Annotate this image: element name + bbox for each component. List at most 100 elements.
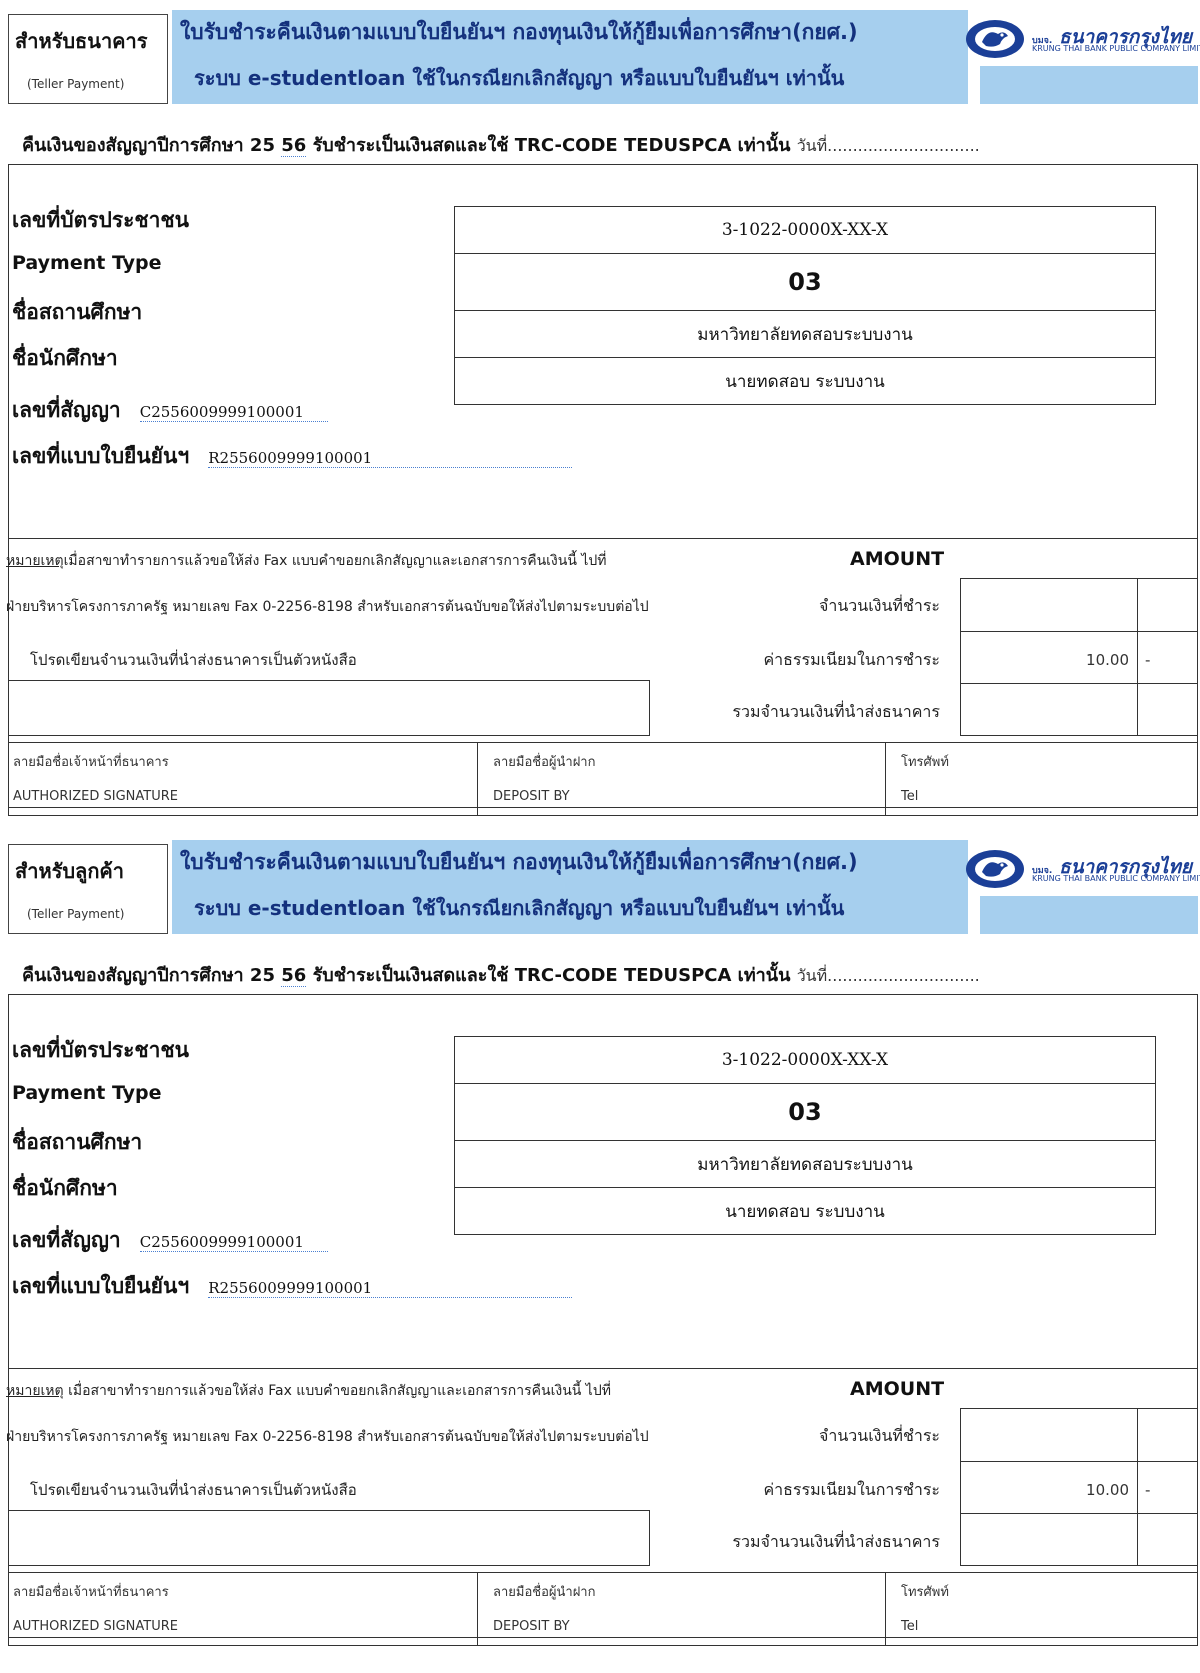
contract-number-value: C2556009999100001 — [139, 403, 328, 422]
confirmation-number-label: เลขที่แบบใบยืนยันฯ — [12, 444, 190, 468]
text: คืนเงินของสัญญาปีการศึกษา 25 — [22, 965, 275, 986]
amount-paid-field[interactable] — [961, 1409, 1197, 1462]
text: รับชำระเป็นเงินสดและใช้ TRC-CODE TEDUSPC… — [306, 965, 791, 986]
institution-value: มหาวิทยาลัยทดสอบระบบงาน — [455, 1141, 1155, 1188]
academic-year-line: คืนเงินของสัญญาปีการศึกษา 25 56 รับชำระเ… — [22, 130, 980, 159]
contract-number-row: เลขที่สัญญา C2556009999100001 — [12, 394, 328, 427]
date-field[interactable]: .............................. — [827, 966, 980, 985]
signature-row: ลายมือชื่อเจ้าหน้าที่ธนาคาร AUTHORIZED SI… — [8, 1572, 1198, 1646]
telephone-field[interactable]: โทรศัพท์ Tel — [887, 1573, 1197, 1645]
copy-type-box: สำหรับธนาคาร (Teller Payment) — [8, 14, 168, 104]
student-info-table: 3-1022-0000X-XX-X 03 มหาวิทยาลัยทดสอบระบ… — [454, 1036, 1156, 1235]
form-subtitle: ระบบ e-studentloan ใช้ในกรณียกเลิกสัญญา … — [194, 66, 845, 90]
amount-in-words-field[interactable] — [8, 1510, 650, 1566]
text: คืนเงินของสัญญาปีการศึกษา 25 — [22, 135, 275, 156]
amount-header: AMOUNT — [850, 548, 945, 570]
text: ลายมือชื่อเจ้าหน้าที่ธนาคาร — [13, 755, 169, 770]
academic-year-line: คืนเงินของสัญญาปีการศึกษา 25 56 รับชำระเ… — [22, 960, 980, 989]
contract-number-label: เลขที่สัญญา — [12, 1228, 121, 1252]
amount-grid: 10.00- — [960, 578, 1198, 736]
text: เมื่อสาขาทำรายการแล้วขอให้ส่ง Fax แบบคำข… — [63, 553, 607, 569]
remark-line-1: หมายเหตุ เมื่อสาขาทำรายการแล้วขอให้ส่ง F… — [6, 1380, 611, 1402]
depositor-signature-field[interactable]: ลายมือชื่อผู้นำฝาก DEPOSIT BY — [479, 743, 885, 815]
amount-paid-field[interactable] — [961, 579, 1197, 632]
bank-logo: บมจ. ธนาคารกรุงไทย KRUNG THAI BANK PUBLI… — [960, 846, 1200, 892]
text: เมื่อสาขาทำรายการแล้วขอให้ส่ง Fax แบบคำข… — [63, 1383, 611, 1399]
title-band: ใบรับชำระคืนเงินตามแบบใบยืนยันฯ กองทุนเง… — [172, 840, 968, 934]
grid-divider — [1137, 579, 1138, 631]
payment-type-label: Payment Type — [12, 252, 162, 274]
copy-type-box: สำหรับลูกค้า (Teller Payment) — [8, 844, 168, 934]
remark-line-2: ฝ่ายบริหารโครงการภาครัฐ หมายเลข Fax 0-22… — [6, 599, 649, 615]
bird-emblem-icon — [966, 20, 1024, 58]
contract-number-value: C2556009999100001 — [139, 1233, 328, 1252]
fee-field[interactable]: 10.00- — [961, 1461, 1197, 1514]
total-amount-label: รวมจำนวนเงินที่นำส่งธนาคาร — [732, 1532, 940, 1551]
confirmation-number-label: เลขที่แบบใบยืนยันฯ — [12, 1274, 190, 1298]
total-amount-field[interactable] — [961, 683, 1197, 735]
text: DEPOSIT BY — [493, 1619, 570, 1634]
citizen-id-value: 3-1022-0000X-XX-X — [455, 1037, 1155, 1084]
grid-divider — [885, 1573, 886, 1645]
text: ลายมือชื่อเจ้าหน้าที่ธนาคาร — [13, 1585, 169, 1600]
amount-grid: 10.00- — [960, 1408, 1198, 1566]
copy-type-label: สำหรับธนาคาร — [15, 29, 148, 53]
bank-logo: บมจ. ธนาคารกรุงไทย KRUNG THAI BANK PUBLI… — [960, 16, 1200, 62]
student-name-value: นายทดสอบ ระบบงาน — [725, 371, 885, 392]
bank-name-en: KRUNG THAI BANK PUBLIC COMPANY LIMITED — [1032, 44, 1200, 53]
telephone-field[interactable]: โทรศัพท์ Tel — [887, 743, 1197, 815]
section-divider — [8, 538, 1198, 539]
text: ลายมือชื่อผู้นำฝาก — [493, 755, 596, 770]
fee-label: ค่าธรรมเนียมในการชำระ — [763, 1480, 940, 1499]
date-label: วันที่ — [796, 966, 828, 985]
text: AUTHORIZED SIGNATURE — [13, 1619, 178, 1634]
fee-field[interactable]: 10.00- — [961, 631, 1197, 684]
student-name-label: ชื่อนักศึกษา — [12, 346, 118, 370]
date-field[interactable]: .............................. — [827, 136, 980, 155]
institution-value: มหาวิทยาลัยทดสอบระบบงาน — [455, 311, 1155, 358]
fee-value: 10.00 — [1086, 1481, 1129, 1499]
bank-officer-signature-field[interactable]: ลายมือชื่อเจ้าหน้าที่ธนาคาร AUTHORIZED SI… — [9, 1573, 477, 1645]
text: โทรศัพท์ — [901, 1585, 949, 1600]
bank-name-en: KRUNG THAI BANK PUBLIC COMPANY LIMITED — [1032, 874, 1200, 883]
text: รับชำระเป็นเงินสดและใช้ TRC-CODE TEDUSPC… — [306, 135, 791, 156]
citizen-id-label: เลขที่บัตรประชาชน — [12, 208, 190, 232]
section-divider — [8, 1368, 1198, 1369]
total-amount-field[interactable] — [961, 1513, 1197, 1565]
text: - — [1145, 651, 1151, 669]
text: Tel — [901, 1619, 919, 1634]
amount-in-words-prompt: โปรดเขียนจำนวนเงินที่นำส่งธนาคารเป็นตัวห… — [30, 1481, 357, 1499]
copy-type-label: สำหรับลูกค้า — [15, 859, 125, 883]
grid-divider — [477, 743, 478, 815]
teller-copy-slip: สำหรับธนาคาร (Teller Payment) ใบรับชำระค… — [0, 0, 1200, 830]
student-name-label: ชื่อนักศึกษา — [12, 1176, 118, 1200]
amount-in-words-field[interactable] — [8, 680, 650, 736]
confirmation-number-row: เลขที่แบบใบยืนยันฯ R2556009999100001 — [12, 1270, 573, 1303]
fee-label: ค่าธรรมเนียมในการชำระ — [763, 650, 940, 669]
student-info-table: 3-1022-0000X-XX-X 03 มหาวิทยาลัยทดสอบระบ… — [454, 206, 1156, 405]
customer-copy-slip: สำหรับลูกค้า (Teller Payment) ใบรับชำระค… — [0, 830, 1200, 1660]
institution-label: ชื่อสถานศึกษา — [12, 300, 143, 324]
academic-year-value: 56 — [281, 135, 307, 157]
text: Tel — [901, 789, 919, 804]
academic-year-value: 56 — [281, 965, 307, 987]
date-label: วันที่ — [796, 136, 828, 155]
fee-value: 10.00 — [1086, 651, 1129, 669]
citizen-id-label: เลขที่บัตรประชาชน — [12, 1038, 190, 1062]
remark-line-1: หมายเหตุเมื่อสาขาทำรายการแล้วขอให้ส่ง Fa… — [6, 550, 607, 572]
text: - — [1145, 1481, 1151, 1499]
grid-divider — [885, 743, 886, 815]
grid-divider — [1137, 1409, 1138, 1461]
payment-type-value: 03 — [455, 1084, 1155, 1141]
bank-officer-signature-field[interactable]: ลายมือชื่อเจ้าหน้าที่ธนาคาร AUTHORIZED SI… — [9, 743, 477, 815]
amount-paid-label: จำนวนเงินที่ชำระ — [818, 596, 940, 615]
amount-paid-label: จำนวนเงินที่ชำระ — [818, 1426, 940, 1445]
text: DEPOSIT BY — [493, 789, 570, 804]
confirmation-number-value: R2556009999100001 — [208, 1279, 573, 1298]
bird-emblem-icon — [966, 850, 1024, 888]
depositor-signature-field[interactable]: ลายมือชื่อผู้นำฝาก DEPOSIT BY — [479, 1573, 885, 1645]
logo-band — [980, 66, 1198, 104]
text: AUTHORIZED SIGNATURE — [13, 789, 178, 804]
payment-type-label: Payment Type — [12, 1082, 162, 1104]
copy-type-sublabel: (Teller Payment) — [27, 907, 125, 921]
